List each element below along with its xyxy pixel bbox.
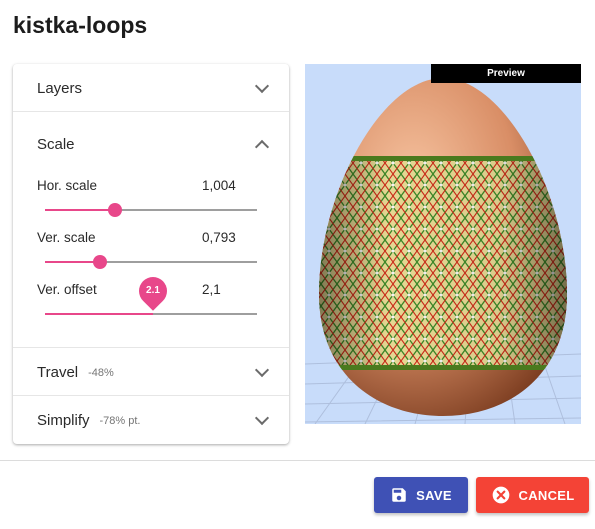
accordion-layers-label: Layers — [37, 79, 83, 97]
slider-thumb[interactable] — [93, 255, 108, 269]
preview-label: Preview — [431, 64, 581, 83]
chevron-down-icon — [254, 410, 270, 426]
slider-track-fill — [45, 209, 115, 211]
egg-preview-image — [305, 78, 581, 424]
slider-thumb[interactable] — [107, 203, 122, 217]
slider-value: 0,793 — [202, 230, 236, 245]
chevron-down-icon — [254, 78, 270, 94]
slider-label: Hor. scale — [37, 178, 98, 193]
slider-value-bubble: 2.1 — [133, 271, 173, 311]
accordion-scale-label: Scale — [37, 135, 75, 153]
cancel-icon — [491, 485, 511, 505]
slider-label: Ver. scale — [37, 230, 96, 245]
cancel-button-label: CANCEL — [518, 487, 575, 503]
save-button[interactable]: SAVE — [374, 477, 468, 513]
slider-track[interactable]: 2.1 — [45, 271, 257, 315]
accordion-simplify-label: Simplify — [37, 411, 90, 429]
slider-track[interactable] — [45, 203, 257, 217]
slider-track-fill — [45, 261, 101, 263]
accordion-scale[interactable]: Scale — [13, 120, 289, 168]
save-icon — [390, 486, 408, 504]
footer-divider — [0, 460, 595, 461]
slider-value: 1,004 — [202, 178, 236, 193]
slider-value-bubble-text: 2.1 — [146, 285, 161, 296]
slider-track[interactable] — [45, 255, 257, 269]
accordion-travel[interactable]: Travel -48% — [13, 348, 289, 396]
divider — [13, 111, 289, 112]
accordion-travel-summary: -48% — [88, 367, 114, 379]
page-title: kistka-loops — [13, 12, 148, 38]
accordion-layers[interactable]: Layers — [13, 64, 289, 112]
slider-label: Ver. offset — [37, 282, 97, 297]
chevron-up-icon — [254, 139, 270, 155]
accordion-simplify-summary: -78% pt. — [99, 415, 141, 427]
accordion-travel-label: Travel — [37, 363, 79, 381]
cancel-button[interactable]: CANCEL — [476, 477, 589, 513]
save-button-label: SAVE — [416, 487, 452, 503]
slider-track-fill — [45, 313, 154, 315]
chevron-down-icon — [254, 362, 270, 378]
preview-viewport[interactable]: Preview — [305, 64, 581, 424]
settings-panel: Layers Scale Hor. scale 1,004 Ver. scale… — [13, 64, 289, 444]
slider-value: 2,1 — [202, 282, 221, 297]
accordion-simplify[interactable]: Simplify -78% pt. — [13, 396, 289, 444]
